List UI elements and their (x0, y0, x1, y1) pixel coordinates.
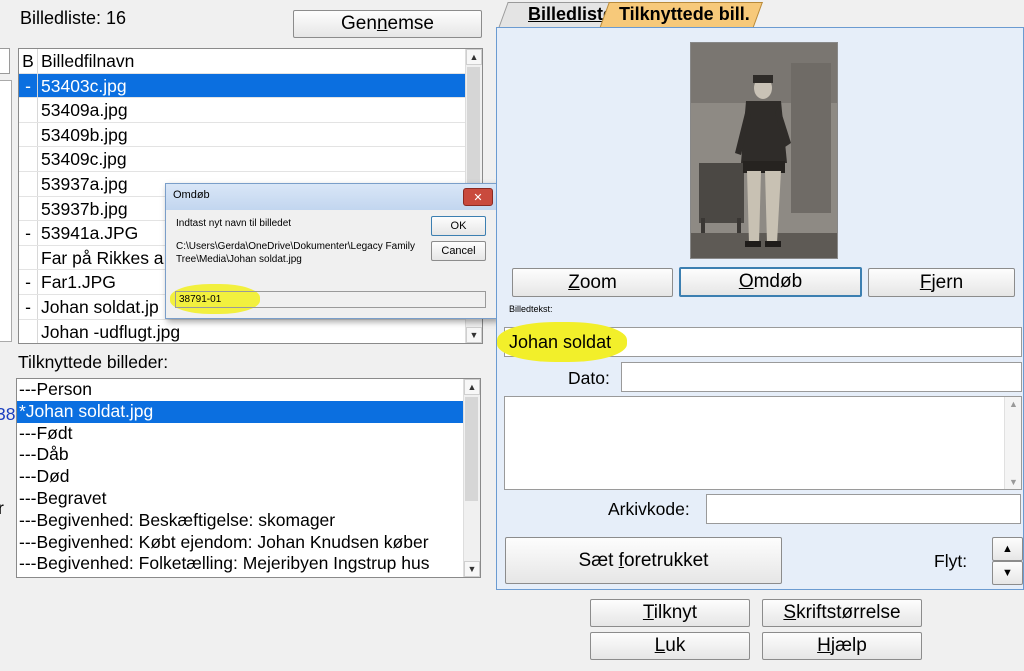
date-input[interactable] (621, 362, 1022, 392)
row-filename: 53409a.jpg (41, 100, 128, 121)
up-arrow-icon: ▲ (1002, 543, 1013, 555)
scroll-up-icon[interactable]: ▲ (464, 379, 480, 395)
row-mark (19, 98, 38, 122)
scroll-up-icon[interactable]: ▲ (466, 49, 482, 65)
remove-button-label: Fjern (919, 271, 964, 293)
rename-button-label: Omdøb (738, 271, 803, 292)
down-arrow-icon: ▼ (1002, 567, 1013, 579)
browse-button[interactable]: Gennemse (293, 10, 482, 38)
attach-button-label: Tilknyt (642, 602, 698, 623)
rename-dialog: Omdøb ✕ Indtast nyt navn til billedet C:… (165, 183, 498, 319)
dialog-path: C:\Users\Gerda\OneDrive\Dokumenter\Legac… (176, 241, 415, 265)
table-row[interactable]: Johan -udflugt.jpg (19, 319, 482, 343)
move-up-button[interactable]: ▲ (992, 537, 1023, 561)
notes-scrollbar[interactable]: ▲ ▼ (1004, 397, 1021, 489)
row-mark (19, 196, 38, 221)
row-mark (19, 122, 38, 147)
left-edge-text-r: r (0, 498, 4, 518)
list-item[interactable]: ---Begivenhed: Beskæftigelse: skomager (17, 510, 464, 532)
caption-value: Johan soldat (509, 332, 612, 352)
scroll-down-icon[interactable]: ▼ (464, 561, 480, 577)
row-mark (19, 245, 38, 270)
row-mark (19, 171, 38, 196)
row-mark: - (19, 221, 38, 245)
tab-tilknyttede-label: Tilknyttede bill. (619, 4, 750, 24)
table-row[interactable]: -53403c.jpg (19, 73, 482, 99)
archive-label: Arkivkode: (608, 499, 690, 519)
attach-button[interactable]: Tilknyt (590, 599, 750, 627)
tab-billedliste-label: Billedliste (528, 4, 614, 24)
list-item[interactable]: ---Død (17, 466, 464, 488)
set-preferred-button-label: Sæt foretrukket (578, 549, 709, 571)
dialog-prompt: Indtast nyt navn til billedet (176, 218, 292, 229)
help-button-label: Hjælp (817, 635, 867, 656)
new-name-input[interactable]: 38791-01 (175, 291, 486, 308)
list-item[interactable]: ---Begivenhed: Folketælling: Mejeribyen … (17, 553, 464, 575)
column-header-b[interactable]: B (19, 49, 38, 73)
table-header: B Billedfilnavn (19, 49, 482, 74)
row-mark: - (19, 270, 38, 294)
row-filename: 53409b.jpg (41, 124, 128, 145)
row-mark: - (19, 294, 38, 319)
caption-input[interactable]: Johan soldat (497, 322, 1022, 362)
scroll-thumb[interactable] (465, 397, 478, 501)
date-label: Dato: (568, 368, 610, 388)
close-button[interactable]: Luk (590, 632, 750, 660)
zoom-button[interactable]: Zoom (512, 268, 673, 297)
scroll-down-icon[interactable]: ▼ (1009, 477, 1018, 487)
table-row[interactable]: 53409a.jpg (19, 98, 482, 123)
caption-label: Billedtekst: (509, 304, 553, 314)
list-item[interactable]: *Johan soldat.jpg (17, 400, 464, 423)
left-edge-text-38: 38 (0, 404, 16, 424)
ok-button-label: OK (450, 220, 467, 232)
list-item[interactable]: ---Dåb (17, 444, 464, 466)
set-preferred-button[interactable]: Sæt foretrukket (505, 537, 782, 584)
list-item[interactable]: ---Begravet (17, 488, 464, 510)
rename-button[interactable]: Omdøb (679, 267, 862, 297)
ok-button[interactable]: OK (431, 216, 486, 236)
row-mark (19, 319, 38, 343)
close-icon[interactable]: ✕ (463, 188, 493, 206)
list-item[interactable]: ---Født (17, 423, 464, 445)
linked-images-list[interactable]: ---Person *Johan soldat.jpg ---Født ---Dåb -… (16, 378, 481, 578)
linked-images-label: Tilknyttede billeder: (18, 352, 169, 372)
soldier-photo-icon (691, 43, 837, 258)
close-button-label: Luk (654, 635, 686, 656)
font-size-button-label: Skriftstørrelse (783, 602, 901, 623)
dialog-title: Omdøb (173, 189, 210, 201)
linked-list-scrollbar[interactable]: ▲ ▼ (463, 379, 480, 577)
cancel-button-label: Cancel (441, 245, 476, 257)
font-size-button[interactable]: Skriftstørrelse (762, 599, 922, 627)
row-filename: 53409c.jpg (41, 149, 127, 170)
help-button[interactable]: Hjælp (762, 632, 922, 660)
dialog-titlebar[interactable]: Omdøb ✕ (166, 184, 497, 210)
list-item[interactable]: ---Person (17, 379, 464, 401)
column-header-filename[interactable]: Billedfilnavn (38, 49, 482, 73)
browse-button-label: Gennemse (341, 13, 434, 34)
notes-textarea[interactable]: ▲ ▼ (504, 396, 1022, 490)
table-row[interactable]: 53409b.jpg (19, 122, 482, 148)
row-filename: Johan -udflugt.jpg (41, 321, 181, 342)
row-mark: - (19, 73, 38, 98)
move-label: Flyt: (934, 551, 968, 571)
image-count-label: Billedliste: 16 (20, 8, 127, 28)
row-mark (19, 147, 38, 171)
new-name-value: 38791-01 (179, 294, 222, 305)
scroll-down-icon[interactable]: ▼ (466, 327, 482, 343)
person-photo[interactable] (690, 42, 838, 259)
zoom-button-label: Zoom (568, 271, 617, 293)
move-down-button[interactable]: ▼ (992, 561, 1023, 585)
left-edge-panel (0, 80, 12, 342)
list-item[interactable]: ---Begivenhed: Købt ejendom: Johan Knuds… (17, 532, 464, 554)
row-filename: 53403c.jpg (41, 75, 127, 96)
archive-input[interactable] (706, 494, 1021, 524)
table-row[interactable]: 53409c.jpg (19, 147, 482, 172)
remove-button[interactable]: Fjern (868, 268, 1015, 297)
scroll-up-icon[interactable]: ▲ (1009, 399, 1018, 409)
left-edge-field[interactable] (0, 48, 10, 74)
cancel-button[interactable]: Cancel (431, 241, 486, 261)
